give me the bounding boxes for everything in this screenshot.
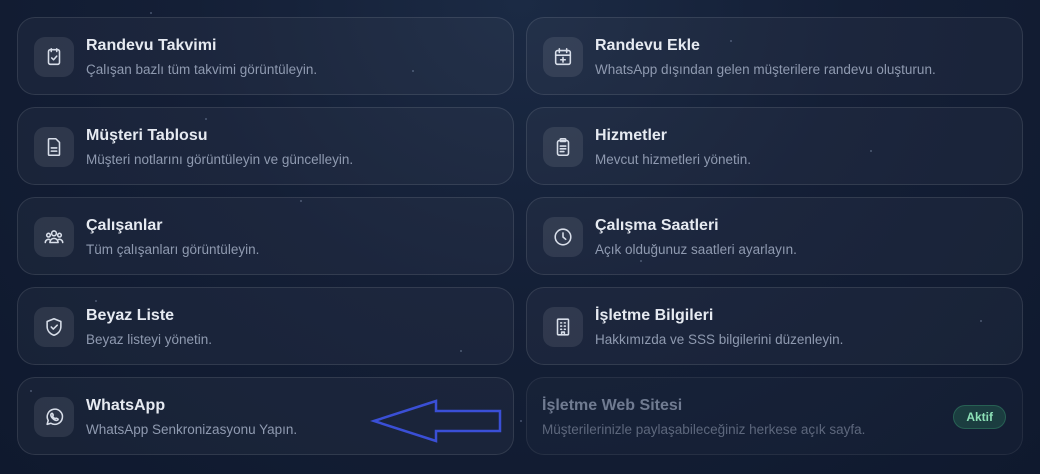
status-badge: Aktif — [953, 405, 1006, 429]
card-title: Randevu Takvimi — [86, 37, 217, 54]
card-description: Çalışan bazlı tüm takvimi görüntüleyin. — [86, 62, 318, 77]
card-title: Beyaz Liste — [86, 307, 175, 324]
card-title: Müşteri Tablosu — [86, 127, 208, 144]
card-title: Hizmetler — [595, 127, 668, 144]
card-calisma-saatleri[interactable]: Çalışma Saatleri Açık olduğunuz saatleri… — [526, 197, 1023, 275]
building-icon — [543, 307, 583, 347]
card-isletme-bilgileri[interactable]: İşletme Bilgileri Hakkımızda ve SSS bilg… — [526, 287, 1023, 365]
card-hizmetler[interactable]: Hizmetler Mevcut hizmetleri yönetin. — [526, 107, 1023, 185]
card-title: WhatsApp — [86, 397, 166, 414]
card-title: Çalışma Saatleri — [595, 217, 719, 234]
card-musteri-tablosu[interactable]: Müşteri Tablosu Müşteri notlarını görünt… — [17, 107, 514, 185]
card-description: Müşterilerinizle paylaşabileceğiniz herk… — [542, 422, 866, 437]
card-calisanlar[interactable]: Çalışanlar Tüm çalışanları görüntüleyin. — [17, 197, 514, 275]
document-icon — [34, 127, 74, 167]
clipboard-list-icon — [543, 127, 583, 167]
shield-check-icon — [34, 307, 74, 347]
card-description: Müşteri notlarını görüntüleyin ve güncel… — [86, 152, 354, 167]
card-description: WhatsApp Senkronizasyonu Yapın. — [86, 422, 298, 437]
card-isletme-web-sitesi[interactable]: İşletme Web Sitesi Müşterilerinizle payl… — [526, 377, 1023, 455]
card-description: Hakkımızda ve SSS bilgilerini düzenleyin… — [595, 332, 844, 347]
card-description: Açık olduğunuz saatleri ayarlayın. — [595, 242, 797, 257]
card-description: WhatsApp dışından gelen müşterilere rand… — [595, 62, 936, 77]
card-description: Tüm çalışanları görüntüleyin. — [86, 242, 260, 257]
clock-icon — [543, 217, 583, 257]
users-icon — [34, 217, 74, 257]
card-title: Çalışanlar — [86, 217, 163, 234]
calendar-check-icon — [34, 37, 74, 77]
card-randevu-takvimi[interactable]: Randevu Takvimi Çalışan bazlı tüm takvim… — [17, 17, 514, 95]
annotation-arrow-icon — [370, 399, 502, 443]
card-title: İşletme Web Sitesi — [542, 397, 683, 414]
calendar-add-icon — [543, 37, 583, 77]
card-beyaz-liste[interactable]: Beyaz Liste Beyaz listeyi yönetin. — [17, 287, 514, 365]
card-title: Randevu Ekle — [595, 37, 700, 54]
card-description: Beyaz listeyi yönetin. — [86, 332, 213, 347]
whatsapp-icon — [34, 397, 74, 437]
card-randevu-ekle[interactable]: Randevu Ekle WhatsApp dışından gelen müş… — [526, 17, 1023, 95]
card-description: Mevcut hizmetleri yönetin. — [595, 152, 752, 167]
card-title: İşletme Bilgileri — [595, 307, 714, 324]
